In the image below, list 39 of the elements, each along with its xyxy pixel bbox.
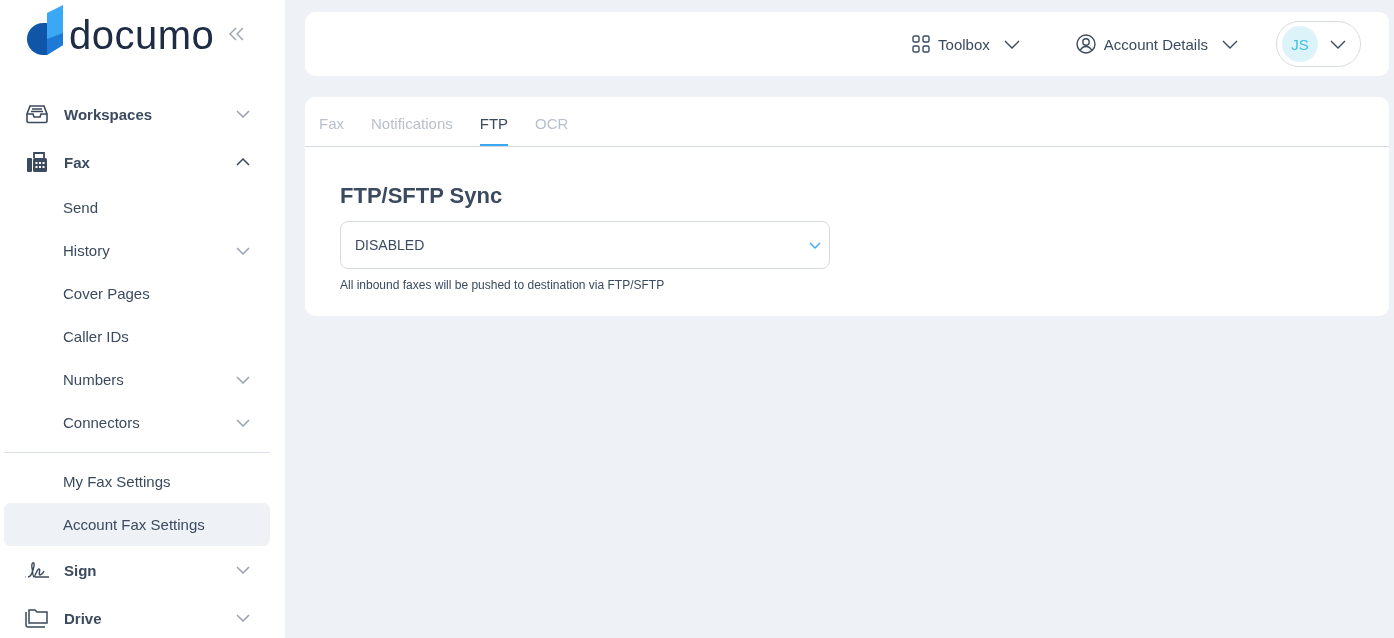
sidebar-subitem[interactable]: Cover Pages (4, 272, 270, 315)
help-text: All inbound faxes will be pushed to destination via FTP/SFTP (340, 278, 666, 292)
sidebar-subitem[interactable]: Numbers (4, 358, 270, 401)
avatar: JS (1282, 26, 1318, 62)
signature-icon (24, 560, 50, 580)
chevron-down-icon (1222, 39, 1238, 49)
section-title: FTP/SFTP Sync (340, 183, 504, 209)
chevron-down-icon (236, 614, 250, 622)
chevron-down-icon (809, 241, 821, 249)
chevron-down-icon (1003, 39, 1020, 49)
chevron-down-icon (236, 110, 250, 118)
sidebar-item[interactable]: Workspaces (4, 90, 270, 138)
tab[interactable]: FTP (479, 97, 509, 146)
sidebar-subitem[interactable]: Send (4, 186, 270, 229)
sidebar-subitem[interactable]: Connectors (4, 401, 270, 444)
collapse-sidebar-icon[interactable] (228, 27, 244, 41)
chevron-down-icon (236, 246, 250, 255)
sidebar-subitem[interactable]: Caller IDs (4, 315, 270, 358)
chevron-up-icon (236, 158, 250, 166)
folder-icon (24, 608, 50, 628)
chevron-down-icon (236, 375, 250, 384)
sidebar-item[interactable]: Fax (4, 138, 270, 186)
sync-select[interactable]: DISABLED (340, 221, 830, 269)
sidebar-subitem[interactable]: History (4, 229, 270, 272)
sidebar-subitem[interactable]: My Fax Settings (4, 460, 270, 503)
grid-icon (912, 35, 931, 53)
account-details-menu[interactable]: Account Details (1075, 34, 1238, 54)
fax-icon (24, 151, 50, 173)
user-circle-icon (1075, 34, 1096, 54)
chevron-down-icon (1330, 39, 1346, 49)
inbox-icon (24, 104, 50, 124)
sidebar-item[interactable]: Sign (4, 546, 270, 594)
chevron-down-icon (236, 566, 250, 574)
logo-text: documo (69, 15, 215, 55)
toolbox-menu[interactable]: Toolbox (912, 35, 1020, 53)
sidebar-item[interactable]: Drive (4, 594, 270, 638)
chevron-down-icon (236, 418, 250, 427)
sidebar-subitem[interactable]: Account Fax Settings (4, 503, 270, 546)
logo-icon (25, 5, 63, 55)
